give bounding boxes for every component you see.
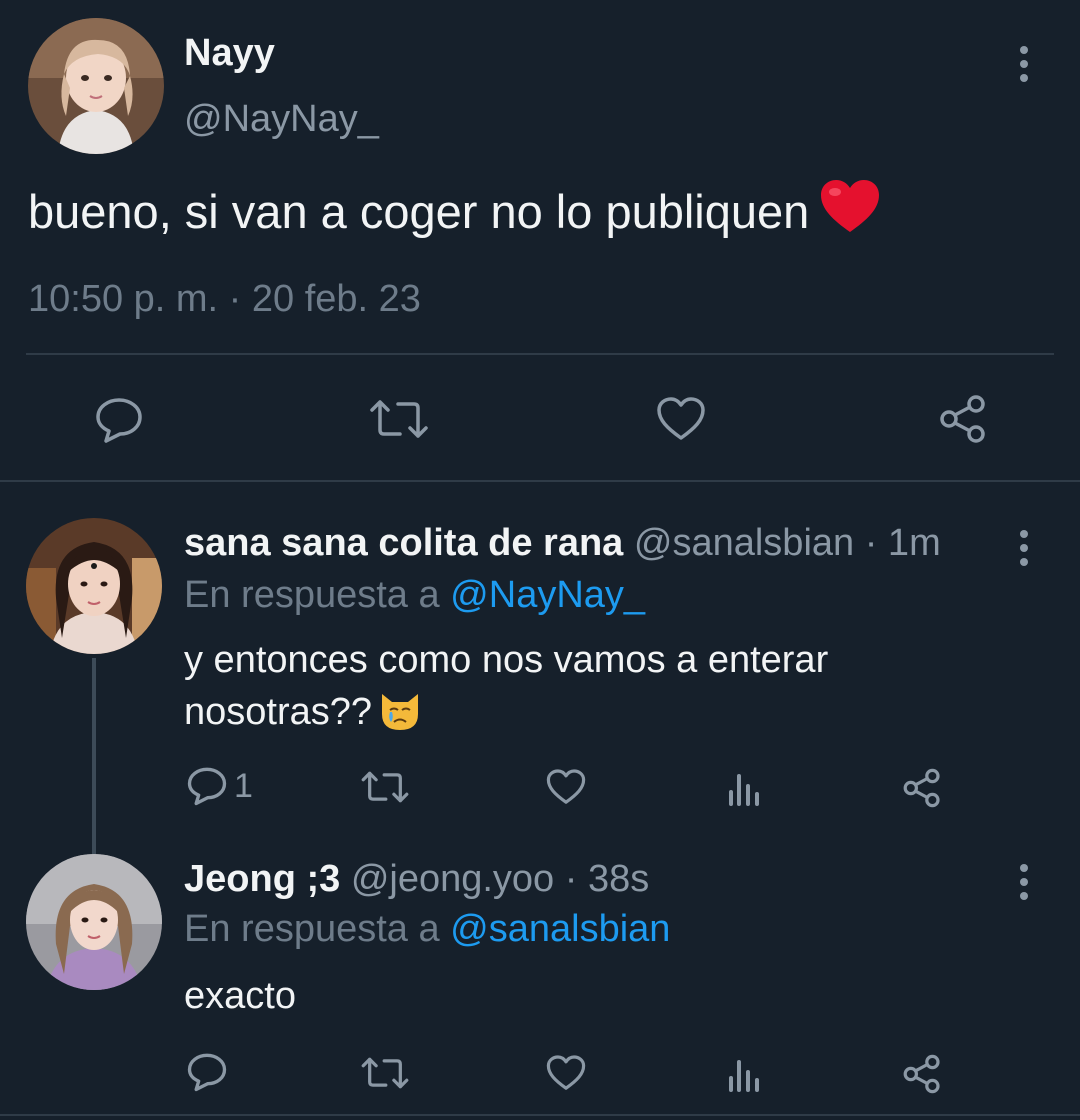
- retweet-button[interactable]: [368, 398, 430, 440]
- reply-to-line: En respuesta a @sanalsbian: [184, 908, 670, 951]
- crying-cat-icon: [378, 690, 422, 746]
- analytics-icon: [729, 774, 759, 806]
- like-icon: [657, 397, 705, 440]
- author-name[interactable]: sana sana colita de rana: [184, 522, 623, 564]
- share-icon: [940, 395, 985, 443]
- red-heart-icon: [819, 178, 881, 245]
- like-button[interactable]: [546, 768, 586, 806]
- reply-prefix: En respuesta a: [184, 908, 440, 950]
- share-button[interactable]: [902, 768, 942, 808]
- reply-text-line-2: nosotras??: [184, 686, 828, 746]
- retweet-icon: [361, 1057, 409, 1089]
- reply-icon: [187, 767, 227, 806]
- avatar[interactable]: [26, 518, 162, 654]
- divider: [0, 1114, 1080, 1116]
- reply-text: exacto: [184, 970, 296, 1022]
- reply-prefix: En respuesta a: [184, 574, 440, 616]
- mention-link[interactable]: @sanalsbian: [450, 908, 670, 950]
- reply-count: 1: [234, 766, 253, 805]
- avatar[interactable]: [26, 854, 162, 990]
- reply-time: · 38s: [564, 858, 650, 900]
- divider: [26, 353, 1054, 355]
- author-name[interactable]: Nayy: [184, 32, 275, 75]
- share-icon: [903, 768, 940, 808]
- analytics-button[interactable]: [726, 1056, 762, 1092]
- reply-header: Jeong ;3 @jeong.yoo · 38s: [184, 858, 649, 901]
- mention-link[interactable]: @NayNay_: [450, 574, 645, 616]
- like-icon: [546, 769, 586, 804]
- more-options-icon[interactable]: [1018, 530, 1030, 566]
- share-button[interactable]: [938, 394, 988, 444]
- retweet-button[interactable]: [360, 1056, 410, 1090]
- tweet-thread-page: Nayy @NayNay_ bueno, si van a coger no l…: [0, 0, 1080, 1120]
- author-name[interactable]: Jeong ;3: [184, 858, 340, 900]
- tweet-timestamp: 10:50 p. m. · 20 feb. 23: [28, 278, 421, 320]
- reply-button[interactable]: 1: [186, 766, 253, 806]
- author-handle[interactable]: @NayNay_: [184, 98, 379, 141]
- like-button[interactable]: [656, 396, 706, 442]
- retweet-icon: [361, 771, 409, 803]
- tweet-text-row: bueno, si van a coger no lo publiquen: [28, 178, 881, 245]
- reply-button[interactable]: [94, 396, 144, 444]
- reply-button[interactable]: [186, 1052, 228, 1092]
- share-icon: [903, 1054, 940, 1094]
- share-button[interactable]: [902, 1054, 942, 1094]
- tweet-text: bueno, si van a coger no lo publiquen: [28, 185, 810, 238]
- author-handle[interactable]: @sanalsbian: [634, 522, 854, 564]
- reply-icon: [96, 398, 142, 443]
- reply-time: · 1m: [864, 522, 941, 564]
- reply-to-line: En respuesta a @NayNay_: [184, 574, 645, 617]
- reply-text-line: exacto: [184, 975, 296, 1017]
- more-options-icon[interactable]: [1018, 46, 1030, 82]
- divider: [0, 480, 1080, 482]
- reply-text-fragment: nosotras??: [184, 691, 373, 733]
- author-handle[interactable]: @jeong.yoo: [351, 858, 554, 900]
- like-button[interactable]: [546, 1054, 586, 1092]
- reply-text: y entonces como nos vamos a enterar noso…: [184, 634, 828, 746]
- analytics-button[interactable]: [726, 770, 762, 806]
- avatar[interactable]: [28, 18, 164, 154]
- reply-icon: [187, 1053, 227, 1092]
- more-options-icon[interactable]: [1018, 864, 1030, 900]
- thread-connector-line: [92, 658, 96, 854]
- analytics-icon: [729, 1060, 759, 1092]
- retweet-icon: [370, 400, 428, 438]
- reply-text-line: y entonces como nos vamos a enterar: [184, 639, 829, 681]
- retweet-button[interactable]: [360, 770, 410, 804]
- reply-header: sana sana colita de rana @sanalsbian · 1…: [184, 522, 941, 565]
- like-icon: [546, 1055, 586, 1090]
